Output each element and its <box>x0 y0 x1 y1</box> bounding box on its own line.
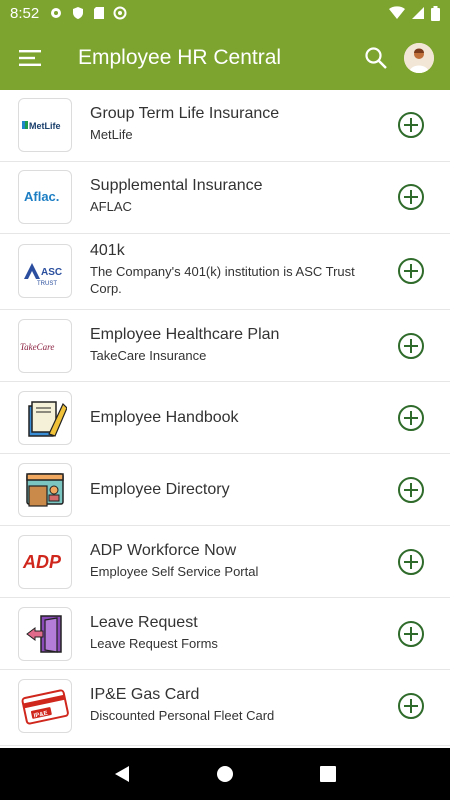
list-item-title: Employee Healthcare Plan <box>90 326 280 343</box>
list-item-title: ADP Workforce Now <box>90 542 237 559</box>
add-button[interactable] <box>398 549 424 575</box>
list-item-title: Leave Request <box>90 614 198 631</box>
takecare-logo-mark: TakeCare <box>20 342 54 352</box>
list-item-title: 401k <box>90 242 125 259</box>
svg-text:TRUST: TRUST <box>37 281 57 287</box>
plus-icon <box>404 699 418 713</box>
back-triangle-icon <box>114 766 129 782</box>
book-icon <box>28 401 67 437</box>
list-item[interactable]: Employee Handbook <box>0 382 450 454</box>
svg-text:TakeCare: TakeCare <box>20 342 54 352</box>
list-item[interactable]: TakeCare Employee Healthcare Plan TakeCa… <box>0 310 450 382</box>
leave-request-icon <box>18 607 72 661</box>
user-photo-icon <box>404 43 434 73</box>
list-item-subtitle: TakeCare Insurance <box>90 348 207 363</box>
svg-text:Aflac.: Aflac. <box>24 189 59 204</box>
contact-card-icon <box>26 473 64 507</box>
list-item-subtitle: Employee Self Service Portal <box>90 564 259 579</box>
recents-square-icon <box>320 766 337 782</box>
fleet-card-icon: IP&E <box>21 689 69 725</box>
no-disturb-icon <box>113 6 127 20</box>
adp-logo: ADP <box>18 535 72 589</box>
settings-icon <box>51 8 62 18</box>
exit-door-icon <box>26 615 62 653</box>
aflac-logo: Aflac. <box>18 170 72 224</box>
list-item-subtitle: Leave Request Forms <box>90 636 218 651</box>
list-item[interactable]: Leave Request Leave Request Forms <box>0 598 450 670</box>
plus-icon <box>404 555 418 569</box>
avatar[interactable] <box>404 43 434 73</box>
status-bar: 8:52 <box>0 0 450 26</box>
home-circle-icon <box>216 766 233 782</box>
list-item-title: Employee Handbook <box>90 409 239 426</box>
shield-icon <box>73 7 84 19</box>
status-notification-icons <box>49 6 127 20</box>
add-button[interactable] <box>398 477 424 503</box>
add-button[interactable] <box>398 333 424 359</box>
list-item-subtitle: The Company's 401(k) institution is ASC … <box>90 264 355 296</box>
hamburger-menu-icon <box>19 50 41 66</box>
plus-icon <box>404 118 418 132</box>
resource-list: MetLife Group Term Life Insurance MetLif… <box>0 90 450 748</box>
add-button[interactable] <box>398 112 424 138</box>
handbook-icon <box>18 391 72 445</box>
list-item[interactable]: ADP ADP Workforce Now Employee Self Serv… <box>0 526 450 598</box>
list-item[interactable]: Aflac. Supplemental Insurance AFLAC <box>0 162 450 234</box>
add-button[interactable] <box>398 405 424 431</box>
page-title: Employee HR Central <box>78 46 282 69</box>
svg-text:ASC: ASC <box>41 267 62 278</box>
metlife-logo-mark: MetLife <box>22 121 61 131</box>
list-item[interactable]: IP&E IP&E Gas Card Discounted Personal F… <box>0 670 450 746</box>
plus-icon <box>404 190 418 204</box>
asc-trust-logo: ASC TRUST <box>18 244 72 298</box>
aflac-logo-mark: Aflac. <box>24 189 59 204</box>
back-button[interactable] <box>102 754 142 794</box>
add-button[interactable] <box>398 258 424 284</box>
sd-card-icon <box>94 7 105 19</box>
add-button[interactable] <box>398 621 424 647</box>
adp-logo-mark: ADP <box>22 552 62 572</box>
directory-icon <box>18 463 72 517</box>
list-item-subtitle: Discounted Personal Fleet Card <box>90 708 275 723</box>
takecare-logo: TakeCare <box>18 319 72 373</box>
app-bar: Employee HR Central <box>0 26 450 90</box>
list-item-title: Employee Directory <box>90 481 230 498</box>
status-system-icons <box>389 5 440 21</box>
signal-icon <box>412 7 424 19</box>
list-item-subtitle: MetLife <box>90 127 133 142</box>
list-item-title: IP&E Gas Card <box>90 686 200 703</box>
list-item-title: Group Term Life Insurance <box>90 105 280 122</box>
search-button[interactable] <box>354 36 398 80</box>
add-button[interactable] <box>398 693 424 719</box>
metlife-logo: MetLife <box>18 98 72 152</box>
svg-text:MetLife: MetLife <box>29 121 61 131</box>
status-time: 8:52 <box>10 4 40 22</box>
menu-button[interactable] <box>0 26 60 90</box>
system-navigation-bar <box>0 748 450 800</box>
plus-icon <box>404 483 418 497</box>
battery-icon <box>431 5 440 21</box>
plus-icon <box>404 264 418 278</box>
wifi-icon <box>389 6 405 19</box>
recents-button[interactable] <box>308 754 348 794</box>
svg-text:ADP: ADP <box>22 552 62 572</box>
plus-icon <box>404 339 418 353</box>
asc-trust-logo-mark: ASC TRUST <box>24 263 62 287</box>
list-item[interactable]: Employee Directory <box>0 454 450 526</box>
home-button[interactable] <box>205 754 245 794</box>
search-icon <box>365 47 387 69</box>
list-item[interactable]: ASC TRUST 401k The Company's 401(k) insti… <box>0 234 450 310</box>
list-item-subtitle: AFLAC <box>90 199 132 214</box>
add-button[interactable] <box>398 184 424 210</box>
gas-card-icon: IP&E <box>18 679 72 733</box>
list-item-title: Supplemental Insurance <box>90 177 263 194</box>
list-item[interactable]: MetLife Group Term Life Insurance MetLif… <box>0 90 450 162</box>
plus-icon <box>404 411 418 425</box>
plus-icon <box>404 627 418 641</box>
